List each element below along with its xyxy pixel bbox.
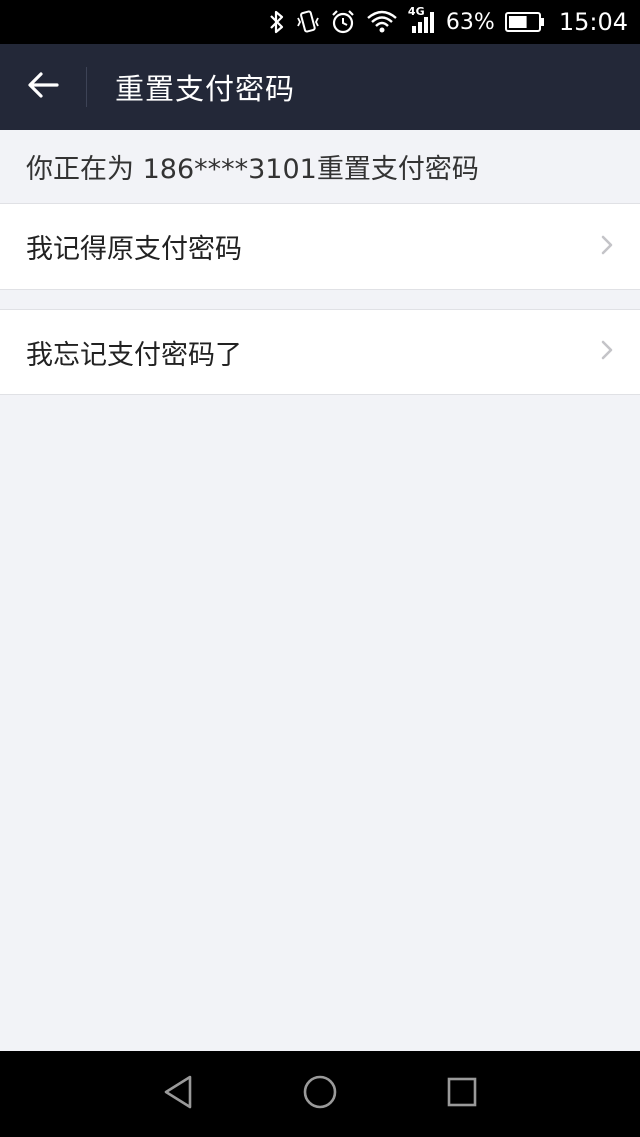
status-bar: 4G 63% 15:04: [0, 0, 640, 44]
reset-hint: 你正在为 186****3101重置支付密码: [0, 130, 640, 204]
wifi-icon: [366, 9, 398, 35]
option-label: 我忘记支付密码了: [26, 339, 242, 371]
system-nav-bar: [0, 1051, 640, 1137]
option-label: 我记得原支付密码: [26, 234, 242, 265]
screen: 4G 63% 15:04 重置支付密码 你正在为 186****3101重置支付…: [0, 0, 640, 1137]
home-circle-icon: [302, 1074, 338, 1114]
option-forgot-password[interactable]: 我忘记支付密码了: [0, 309, 640, 395]
reset-hint-text: 你正在为 186****3101重置支付密码: [26, 154, 479, 185]
nav-back-button[interactable]: [107, 1051, 249, 1137]
option-remember-password[interactable]: 我记得原支付密码: [0, 204, 640, 290]
app-bar-divider: [86, 67, 87, 107]
back-arrow-icon: [27, 71, 59, 103]
back-button[interactable]: [0, 44, 86, 130]
app-bar: 重置支付密码: [0, 44, 640, 130]
nav-home-button[interactable]: [249, 1051, 391, 1137]
chevron-right-icon: [600, 339, 614, 365]
vibrate-icon: [296, 9, 320, 35]
nav-recents-button[interactable]: [391, 1051, 533, 1137]
alarm-icon: [330, 9, 356, 35]
recents-square-icon: [446, 1076, 478, 1112]
page-title: 重置支付密码: [115, 72, 296, 106]
back-triangle-icon: [162, 1074, 194, 1114]
battery-icon: [504, 9, 545, 35]
battery-percent: 63%: [445, 9, 495, 35]
signal-icon: 4G: [408, 5, 436, 35]
status-time: 15:04: [558, 8, 628, 36]
bluetooth-icon: [268, 9, 286, 35]
chevron-right-icon: [600, 234, 614, 260]
network-label: 4G: [407, 5, 425, 18]
